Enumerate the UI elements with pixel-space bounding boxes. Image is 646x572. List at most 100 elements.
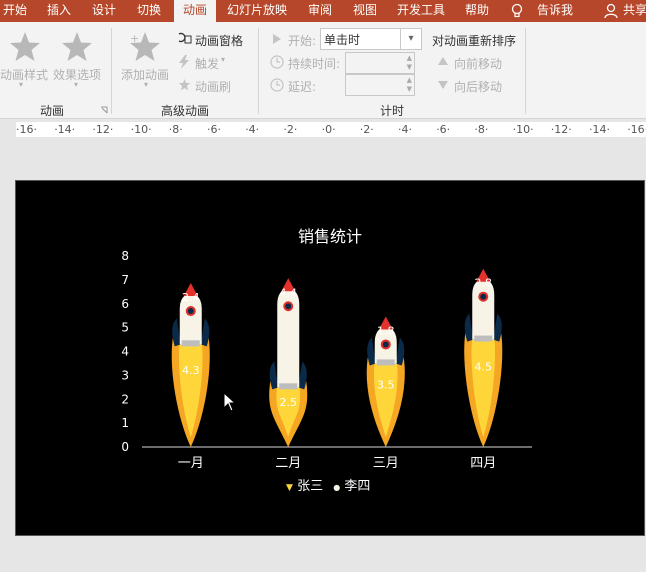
data-label: 4.5	[475, 360, 493, 373]
delay-label: 延迟:	[288, 80, 317, 94]
chart-legend: ▼ 张三 ● 李四	[286, 475, 370, 494]
tab-review[interactable]: 审阅	[300, 0, 340, 22]
share-person-icon	[604, 3, 618, 19]
rocket-window	[480, 293, 487, 300]
rocket-nozzle	[181, 340, 200, 347]
x-tick-label: 三月	[373, 456, 399, 471]
ribbon-tab-bar: 开始 插入 设计 切换 动画 幻灯片放映 审阅 视图 开发工具 帮助 告诉我 共…	[0, 0, 646, 22]
reorder-animation-title: 对动画重新排序	[432, 34, 517, 48]
tab-developer[interactable]: 开发工具	[392, 0, 450, 22]
ruler-label: ·16·	[16, 123, 37, 136]
animation-styles-button[interactable]: 动画样式	[0, 66, 48, 83]
data-label: 2.5	[280, 396, 298, 409]
ruler-label: ·4·	[398, 123, 412, 136]
ruler-label: ·4·	[245, 123, 260, 136]
arrow-up-icon	[438, 57, 448, 65]
chevron-down-icon: ▾	[221, 55, 226, 64]
chevron-down-icon: ▾	[19, 80, 24, 89]
group-label-advanced-animation: 高级动画	[160, 104, 209, 118]
ruler-label: ·2·	[359, 123, 374, 136]
legend-marker-rocket-icon: ▼	[286, 483, 293, 493]
tab-view[interactable]: 视图	[345, 0, 385, 22]
ruler-label: ·10·	[130, 123, 152, 136]
animation-painter-button[interactable]: 动画刷	[195, 78, 231, 95]
duration-label: 持续时间:	[288, 57, 341, 71]
dialog-launcher-icon[interactable]	[100, 106, 108, 114]
tab-design[interactable]: 设计	[84, 0, 124, 22]
svg-text:+: +	[130, 32, 139, 45]
legend-label-series-2: 李四	[344, 479, 371, 494]
effect-options-star-icon	[62, 32, 92, 61]
tab-home[interactable]: 开始	[0, 0, 30, 22]
animation-pane-button[interactable]: 动画窗格	[195, 32, 243, 49]
mouse-cursor-icon	[223, 392, 237, 412]
horizontal-ruler: ·16· ·14· ·12· ·10· ·8· ·6· ·4· ·2· ·0· ·2· ·4· ·6·…	[0, 119, 646, 139]
data-label: 2.4	[182, 291, 200, 304]
tab-transitions[interactable]: 切换	[129, 0, 169, 22]
rocket-nozzle	[279, 383, 298, 390]
rocket-window	[187, 308, 194, 315]
ruler-label: ·6·	[436, 123, 451, 136]
y-tick-label: 8	[121, 249, 129, 263]
add-animation-star-icon: +	[130, 32, 160, 61]
tab-help[interactable]: 帮助	[458, 0, 496, 22]
slide-canvas[interactable]: 销售统计 0 1 2 3 4 5 6 7 8 4.3 2.4 一月 2.5 4.4 二月 3.5 1.8 三月 4.…	[15, 180, 645, 536]
delay-clock-icon	[270, 78, 284, 92]
tab-insert[interactable]: 插入	[40, 0, 78, 22]
tell-me-search[interactable]: 告诉我	[532, 0, 578, 22]
y-tick-label: 7	[121, 273, 129, 287]
animation-styles-star-icon	[10, 32, 40, 61]
group-label-timing: 计时	[379, 104, 404, 118]
clock-icon	[270, 55, 284, 69]
group-separator	[525, 28, 526, 114]
data-label: 3.5	[377, 378, 395, 391]
lightbulb-icon	[511, 3, 523, 18]
start-select-value: 单击时	[324, 33, 361, 47]
ruler-label: ·8·	[474, 123, 489, 136]
play-icon	[273, 34, 281, 44]
data-label: 4.4	[280, 286, 298, 299]
ruler-label: ·12·	[550, 123, 572, 136]
arrow-down-icon	[438, 81, 448, 89]
chevron-down-icon[interactable]: ▾	[400, 29, 421, 49]
ruler-label: ·2·	[283, 123, 298, 136]
tab-animations[interactable]: 动画	[174, 0, 216, 22]
start-select[interactable]: 单击时 ▾	[320, 28, 422, 50]
move-later-button[interactable]: 向后移动	[454, 78, 502, 95]
ruler-label: ·14·	[589, 123, 610, 136]
x-tick-label: 二月	[275, 456, 301, 471]
x-tick-label: 一月	[178, 456, 204, 471]
ruler-label: ·12·	[92, 123, 114, 136]
y-tick-label: 6	[121, 297, 129, 311]
y-tick-label: 4	[121, 345, 129, 359]
y-tick-label: 5	[121, 321, 129, 335]
rocket-window	[285, 303, 292, 310]
y-tick-label: 1	[121, 416, 129, 430]
move-earlier-button[interactable]: 向前移动	[454, 55, 502, 72]
lightning-icon	[179, 55, 189, 69]
y-tick-label: 2	[121, 392, 129, 406]
y-tick-label: 3	[121, 368, 129, 382]
ruler-label: ·6·	[207, 123, 221, 136]
ruler-label: ·0·	[321, 123, 336, 136]
tab-slideshow[interactable]: 幻灯片放映	[222, 0, 292, 22]
data-label: 4.3	[182, 364, 200, 377]
data-label: 2.8	[475, 277, 493, 290]
animation-pane-icon	[178, 32, 192, 44]
ruler-label: ·8·	[168, 123, 183, 136]
rocket-window	[382, 341, 389, 348]
chevron-down-icon: ▾	[74, 80, 79, 89]
delay-field[interactable]: ▲ ▼	[345, 74, 415, 96]
ruler-label: ·14·	[54, 123, 76, 136]
legend-marker-rocket-small-icon: ●	[333, 483, 341, 492]
group-label-animation: 动画	[39, 104, 64, 118]
ruler-label: ·16·	[627, 123, 646, 136]
share-button[interactable]: 共享	[620, 0, 646, 22]
trigger-button[interactable]: 触发	[195, 55, 219, 72]
legend-label-series-1: 张三	[297, 479, 324, 494]
ruler-label: ·10·	[512, 123, 534, 136]
duration-field[interactable]: ▲ ▼	[345, 52, 415, 74]
rocket-nozzle	[376, 359, 395, 366]
animation-painter-icon	[179, 79, 190, 91]
rocket-nozzle	[474, 335, 493, 342]
